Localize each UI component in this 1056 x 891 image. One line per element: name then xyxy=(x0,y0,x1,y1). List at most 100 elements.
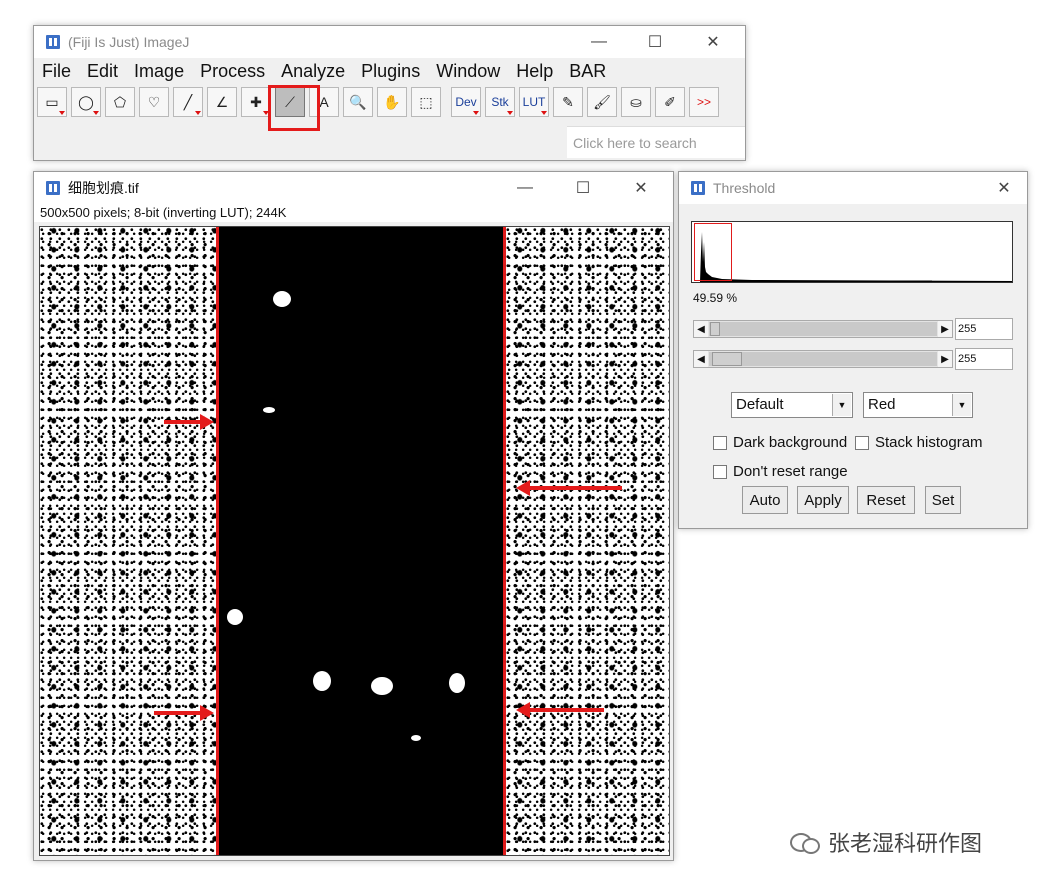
max-threshold-value[interactable]: 255 xyxy=(955,348,1013,370)
lut-menu-tool[interactable]: LUT xyxy=(519,87,549,117)
flood-fill-tool-button[interactable]: ⛀ xyxy=(621,87,651,117)
slider-right-arrow-icon[interactable]: ▶ xyxy=(938,321,952,337)
apply-button[interactable]: Apply xyxy=(797,486,849,514)
menu-process[interactable]: Process xyxy=(200,61,265,82)
red-arrow-right xyxy=(154,705,214,721)
angle-tool-icon: ∠ xyxy=(215,93,229,110)
polygon-tool-button[interactable]: ⬠ xyxy=(105,87,135,117)
red-arrow-left xyxy=(516,702,604,718)
stk-menu-tool[interactable]: Stk xyxy=(485,87,515,117)
threshold-window: Threshold ✕ 49.59 % ◀ ▶ 255 ◀ ▶ 255 Defa… xyxy=(678,171,1028,529)
flood-fill-tool-icon: ⛀ xyxy=(630,93,642,110)
histogram xyxy=(691,221,1013,283)
dev-menu-tool[interactable]: Dev xyxy=(451,87,481,117)
threshold-title: Threshold xyxy=(713,180,776,196)
debris-blob xyxy=(273,291,291,307)
scratch-gap xyxy=(216,227,506,855)
more-tools-icon: >> xyxy=(696,95,711,109)
image-titlebar: 细胞划痕.tif — ☐ ✕ xyxy=(34,172,673,204)
debris-blob xyxy=(371,677,393,695)
imagej-main-window: (Fiji Is Just) ImageJ — ☐ ✕ File Edit Im… xyxy=(33,25,746,161)
image-window-icon xyxy=(46,181,60,195)
line-tool-button[interactable]: ╱ xyxy=(173,87,203,117)
min-threshold-slider[interactable]: ◀ ▶ xyxy=(693,320,953,338)
debris-blob xyxy=(411,735,421,741)
red-arrow-right xyxy=(164,414,214,430)
oval-tool-button[interactable]: ◯ xyxy=(71,87,101,117)
menu-window[interactable]: Window xyxy=(436,61,500,82)
threshold-close-button[interactable]: ✕ xyxy=(981,172,1027,204)
wand-tool-highlight xyxy=(268,85,320,131)
image-info: 500x500 pixels; 8-bit (inverting LUT); 2… xyxy=(34,204,673,222)
slider-left-arrow-icon[interactable]: ◀ xyxy=(694,351,708,367)
fiji-app-icon xyxy=(46,35,60,49)
dont-reset-range-checkbox[interactable]: Don't reset range xyxy=(713,463,848,480)
image-close-button[interactable]: ✕ xyxy=(618,172,664,204)
cell-region-left xyxy=(40,227,216,855)
color-picker-tool-icon: ⬚ xyxy=(419,93,433,110)
brush-tool-button[interactable]: 🖌 xyxy=(587,87,617,117)
menu-file[interactable]: File xyxy=(42,61,71,82)
scroll-hand-tool-button[interactable]: ✋ xyxy=(377,87,407,117)
image-minimize-button[interactable]: — xyxy=(502,172,548,204)
method-select[interactable]: Default ▼ xyxy=(731,392,853,418)
more-tools-button[interactable]: >> xyxy=(689,87,719,117)
auto-button[interactable]: Auto xyxy=(742,486,788,514)
point-tool-button[interactable]: ✚ xyxy=(241,87,271,117)
slider-left-arrow-icon[interactable]: ◀ xyxy=(694,321,708,337)
chevron-down-icon: ▼ xyxy=(952,394,971,416)
minimize-button[interactable]: — xyxy=(576,26,622,58)
window-title: (Fiji Is Just) ImageJ xyxy=(68,34,190,50)
oval-tool-icon: ◯ xyxy=(78,93,94,110)
menu-bar: File Edit Image Process Analyze Plugins … xyxy=(34,58,745,85)
close-button[interactable]: ✕ xyxy=(690,26,736,58)
menu-edit[interactable]: Edit xyxy=(87,61,118,82)
slider-right-arrow-icon[interactable]: ▶ xyxy=(938,351,952,367)
pencil-tool-button[interactable]: ✎ xyxy=(553,87,583,117)
image-canvas[interactable] xyxy=(39,226,670,856)
display-select[interactable]: Red ▼ xyxy=(863,392,973,418)
watermark: 张老湿科研作图 xyxy=(790,826,982,858)
maximize-button[interactable]: ☐ xyxy=(632,26,678,58)
debris-blob xyxy=(313,671,331,691)
debris-blob xyxy=(227,609,243,625)
wechat-icon xyxy=(790,831,820,854)
scroll-hand-tool-icon: ✋ xyxy=(383,93,401,110)
menu-analyze[interactable]: Analyze xyxy=(281,61,345,82)
freehand-tool-icon: ♡ xyxy=(147,93,161,110)
line-tool-icon: ╱ xyxy=(183,93,193,110)
rectangle-tool-button[interactable]: ▭ xyxy=(37,87,67,117)
dark-background-checkbox[interactable]: Dark background xyxy=(713,434,847,451)
cell-region-right xyxy=(506,227,669,855)
color-picker-tool-button[interactable]: ⬚ xyxy=(411,87,441,117)
slider-thumb[interactable] xyxy=(712,352,742,366)
image-window: 细胞划痕.tif — ☐ ✕ 500x500 pixels; 8-bit (in… xyxy=(33,171,674,861)
magnifier-tool-button[interactable]: 🔍 xyxy=(343,87,373,117)
histogram-plot xyxy=(700,232,1012,282)
brush-tool-icon: 🖌 xyxy=(593,93,611,110)
stack-histogram-checkbox[interactable]: Stack histogram xyxy=(855,434,983,451)
point-tool-icon: ✚ xyxy=(250,93,262,110)
threshold-titlebar: Threshold ✕ xyxy=(679,172,1027,204)
image-title: 细胞划痕.tif xyxy=(68,180,139,196)
text-tool-icon: A xyxy=(319,94,329,110)
image-maximize-button[interactable]: ☐ xyxy=(560,172,606,204)
menu-plugins[interactable]: Plugins xyxy=(361,61,420,82)
max-threshold-slider[interactable]: ◀ ▶ xyxy=(693,350,953,368)
threshold-percent: 49.59 % xyxy=(693,291,738,305)
search-field[interactable]: Click here to search xyxy=(567,126,745,158)
pencil-tool-icon: ✎ xyxy=(562,93,574,110)
freehand-tool-button[interactable]: ♡ xyxy=(139,87,169,117)
magnifier-tool-icon: 🔍 xyxy=(349,93,367,110)
dropper-tool-button[interactable]: ✐ xyxy=(655,87,685,117)
slider-thumb[interactable] xyxy=(710,322,720,336)
debris-blob xyxy=(263,407,275,413)
angle-tool-button[interactable]: ∠ xyxy=(207,87,237,117)
set-button[interactable]: Set xyxy=(925,486,961,514)
reset-button[interactable]: Reset xyxy=(857,486,915,514)
min-threshold-value[interactable]: 255 xyxy=(955,318,1013,340)
menu-image[interactable]: Image xyxy=(134,61,184,82)
menu-bar-plugin[interactable]: BAR xyxy=(569,61,606,82)
dropper-tool-icon: ✐ xyxy=(664,93,676,110)
menu-help[interactable]: Help xyxy=(516,61,553,82)
